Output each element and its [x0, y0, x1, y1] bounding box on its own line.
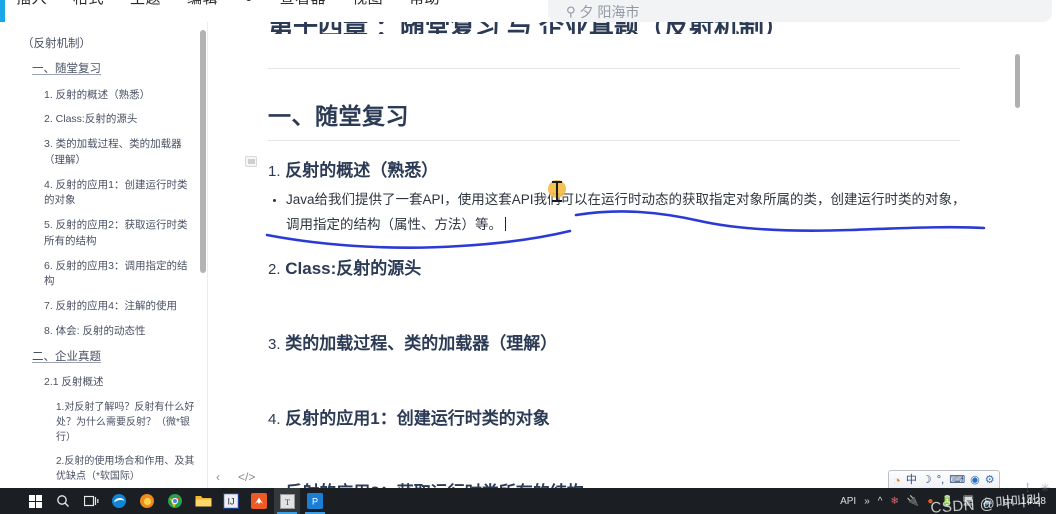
menu-item-edit[interactable]: 编辑 — [187, 0, 218, 8]
menu-item-dot[interactable]: ● — [244, 0, 254, 6]
sogou-logo-icon[interactable]: ◔ — [893, 474, 901, 487]
menu-item-view[interactable]: 视图 — [352, 0, 383, 8]
toc-item-5[interactable]: 4. 反射的应用1：创建运行时类的对象 — [44, 178, 197, 210]
ime-indicator[interactable]: 中 — [1003, 494, 1013, 509]
section-title-2: Class:反射的源头 — [285, 259, 422, 278]
toc-item-13[interactable]: 2.反射的使用场合和作用、及其优缺点（*软国际） — [56, 454, 197, 484]
search-icon: ⚲ — [566, 4, 576, 19]
taskbar-clock[interactable]: 14:28 — [1021, 496, 1046, 507]
battery-icon[interactable]: 🔋 — [941, 496, 953, 507]
section-number-3: 3. — [268, 336, 281, 353]
section-title-3: 类的加载过程、类的加载器（理解） — [285, 334, 558, 353]
ime-floating-bar[interactable]: ◔ 中 ☽ °, ⌨ ◉ ⚙ — [888, 470, 1000, 490]
volume-icon[interactable]: 🔈 — [983, 496, 995, 507]
toc-item-4[interactable]: 3. 类的加载过程、类的加载器（理解） — [44, 137, 197, 169]
typora-app[interactable]: T — [274, 488, 300, 514]
screen-root: 插入 格式 主题 编辑 ● 查看器 视图 帮助 ⚲ 夕 阳海市 （反射机制） 一… — [0, 0, 1056, 514]
task-view-button[interactable] — [78, 488, 104, 514]
toc-item-1[interactable]: 一、随堂复习 — [32, 61, 197, 78]
outline-sidebar: （反射机制） 一、随堂复习 1. 反射的概述（熟悉） 2. Class:反射的源… — [0, 22, 208, 488]
block-drag-handle[interactable] — [245, 156, 257, 167]
xmind-app[interactable] — [246, 488, 272, 514]
toc-item-3[interactable]: 2. Class:反射的源头 — [44, 112, 197, 128]
text-caret — [505, 216, 506, 231]
edge-app[interactable] — [106, 488, 132, 514]
svg-text:T: T — [284, 497, 290, 507]
search-button[interactable] — [50, 488, 76, 514]
section-heading-4: 4. 反射的应用1：创建运行时类的对象 — [268, 404, 550, 429]
document-scrollbar-thumb[interactable] — [1015, 54, 1020, 108]
wrench-icon[interactable]: ⚙ — [985, 474, 995, 486]
section-1-body: Java给我们提供了一套API，使用这套API我们可以在运行时动态的获取指定对象… — [268, 188, 968, 238]
cursor-bar — [556, 182, 558, 202]
source-code-icon[interactable]: </> — [238, 470, 255, 484]
app-toolbar: 插入 格式 主题 编辑 ● 查看器 视图 帮助 ⚲ 夕 阳海市 — [0, 0, 1056, 22]
toc-item-8[interactable]: 7. 反射的应用4：注解的使用 — [44, 299, 197, 315]
back-arrow-icon[interactable]: ‹ — [216, 470, 220, 484]
text-cursor-ibeam — [548, 180, 566, 206]
toc-item-10[interactable]: 二、企业真题 — [32, 349, 197, 366]
section-title-4: 反射的应用1：创建运行时类的对象 — [285, 409, 550, 428]
svg-text:P: P — [312, 497, 318, 507]
usb-icon[interactable]: 🔌 — [907, 496, 919, 507]
menu-item-help[interactable]: 帮助 — [409, 0, 440, 8]
menu-item-theme[interactable]: 主题 — [130, 0, 161, 8]
document-page: 第十四章 ：随堂复习 与 企业真题（反射机制） 一、随堂复习 1. 反射的概述（… — [208, 22, 1008, 488]
section-heading-3: 3. 类的加载过程、类的加载器（理解） — [268, 329, 557, 354]
section-number-1: 1. — [268, 163, 281, 180]
section-heading-2: 2. Class:反射的源头 — [268, 254, 421, 279]
windows-taskbar: IJ T P API » ^ ❄ 🔌 ● 🔋 🖥 🔈 中 14:28 CSDN … — [0, 488, 1056, 514]
chevron-up-icon[interactable]: ^ — [878, 496, 883, 507]
toc-item-11[interactable]: 2.1 反射概述 — [44, 375, 197, 391]
toolbar-accent-bar — [0, 0, 5, 22]
section-title-1: 反射的概述（熟悉） — [285, 161, 439, 180]
menu-item-insert[interactable]: 插入 — [16, 0, 47, 8]
h1-divider — [268, 140, 960, 141]
section-heading-1: 1. 反射的概述（熟悉） — [268, 156, 438, 181]
svg-text:IJ: IJ — [227, 497, 234, 507]
record-icon[interactable]: ● — [927, 496, 933, 507]
tray-api-label[interactable]: API — [840, 496, 856, 507]
document-pane: 第十四章 ：随堂复习 与 企业真题（反射机制） 一、随堂复习 1. 反射的概述（… — [208, 22, 1056, 488]
list-item: Java给我们提供了一套API，使用这套API我们可以在运行时动态的获取指定对象… — [286, 188, 968, 238]
search-input-text[interactable]: 夕 阳海市 — [580, 2, 640, 22]
cursor-cap-top — [552, 181, 562, 183]
menu-item-viewer[interactable]: 查看器 — [280, 0, 327, 8]
intellij-idea-app[interactable]: IJ — [218, 488, 244, 514]
keyboard-icon[interactable]: ⌨ — [949, 474, 965, 486]
title-divider — [268, 68, 960, 69]
toc-item-6[interactable]: 5. 反射的应用2：获取运行时类所有的结构 — [44, 218, 197, 250]
tray-overflow-icon[interactable]: » — [864, 496, 870, 507]
ime-moon-icon[interactable]: ☽ — [922, 474, 932, 486]
file-explorer-app[interactable] — [190, 488, 216, 514]
toc-item-9[interactable]: 8. 体会: 反射的动态性 — [44, 324, 197, 340]
pycharm-app[interactable]: P — [302, 488, 328, 514]
ime-chinese-mode-icon[interactable]: 中 — [906, 474, 917, 486]
taskbar-apps: IJ T P — [0, 488, 328, 514]
document-title-clipped: 第十四章 ：随堂复习 与 企业真题（反射机制） — [268, 22, 789, 34]
menu-item-format[interactable]: 格式 — [73, 0, 104, 8]
network-icon[interactable]: 🖥 — [962, 496, 975, 507]
section-number-4: 4. — [268, 411, 281, 428]
bullet-text-1: Java给我们提供了一套API，使用这套API我们可以在运行时动态的获取指定对象… — [286, 192, 966, 232]
cursor-cap-bottom — [552, 200, 562, 202]
search-box[interactable]: ⚲ 夕 阳海市 — [548, 0, 1052, 22]
chrome-app[interactable] — [162, 488, 188, 514]
firefox-app[interactable] — [134, 488, 160, 514]
toc-item-0[interactable]: （反射机制） — [22, 36, 197, 53]
section-number-2: 2. — [268, 261, 281, 278]
user-icon[interactable]: ◉ — [970, 474, 980, 486]
flower-icon[interactable]: ❄ — [890, 496, 898, 507]
toc-item-7[interactable]: 6. 反射的应用3：调用指定的结构 — [44, 259, 197, 291]
system-tray: API » ^ ❄ 🔌 ● 🔋 🖥 🔈 中 14:28 — [840, 494, 1056, 509]
toc-item-12[interactable]: 1.对反射了解吗？反射有什么好处？为什么需要反射？（微*银行） — [56, 400, 197, 445]
toc-item-2[interactable]: 1. 反射的概述（熟悉） — [44, 88, 197, 104]
sidebar-scrollbar-thumb[interactable] — [200, 30, 206, 273]
table-of-contents: （反射机制） 一、随堂复习 1. 反射的概述（熟悉） 2. Class:反射的源… — [0, 22, 207, 488]
start-button[interactable] — [22, 488, 48, 514]
menu-bar: 插入 格式 主题 编辑 ● 查看器 视图 帮助 — [16, 0, 440, 8]
ime-punctuation-icon[interactable]: °, — [937, 474, 944, 486]
section-h1: 一、随堂复习 — [268, 103, 409, 129]
